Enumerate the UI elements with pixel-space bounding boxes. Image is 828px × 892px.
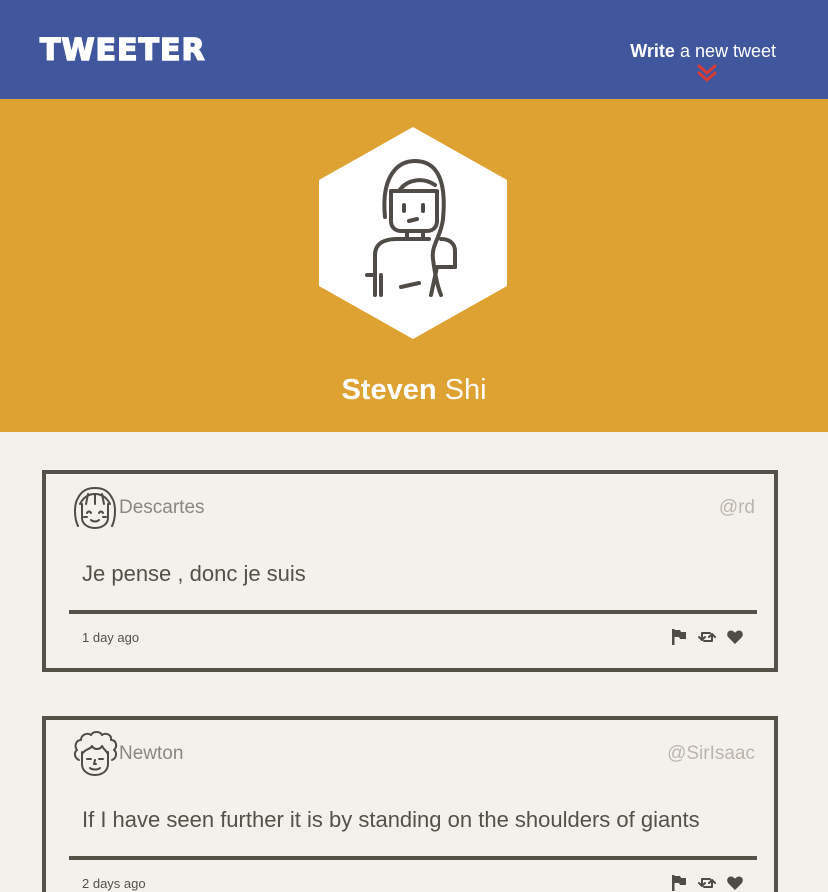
compose-label-strong: Write bbox=[630, 41, 675, 61]
profile-first-name: Steven bbox=[341, 374, 437, 406]
tweet-actions bbox=[670, 874, 750, 892]
profile-name: Steven Shi bbox=[0, 372, 828, 408]
compose-label-rest: a new tweet bbox=[674, 41, 776, 61]
retweet-icon[interactable] bbox=[698, 874, 716, 892]
profile-last-name: Shi bbox=[436, 374, 487, 406]
tweet-author-handle: @rd bbox=[718, 497, 755, 518]
tweet-divider bbox=[69, 610, 757, 614]
tweet-text: If I have seen further it is by standing… bbox=[82, 807, 700, 832]
tweet-author-handle: @SirIsaac bbox=[667, 743, 755, 764]
tweet-actions bbox=[670, 628, 750, 646]
tweet-card: Newton @SirIsaac If I have seen further … bbox=[42, 716, 778, 892]
app-logo[interactable]: TWEETER bbox=[39, 32, 206, 69]
profile-avatar bbox=[319, 127, 507, 339]
double-chevron-down-icon[interactable] bbox=[696, 64, 718, 82]
nav-bar: TWEETER Write a new tweet bbox=[0, 0, 828, 99]
heart-icon[interactable] bbox=[726, 628, 744, 646]
profile-header: Steven Shi bbox=[0, 99, 828, 432]
heart-icon[interactable] bbox=[726, 874, 744, 892]
smiling-girl-avatar-icon bbox=[74, 487, 116, 529]
flag-icon[interactable] bbox=[670, 628, 688, 646]
tweet-author-name: Descartes bbox=[119, 497, 205, 518]
tweet-divider bbox=[69, 856, 757, 860]
tweet-timestamp: 2 days ago bbox=[82, 876, 146, 891]
compose-tweet-button[interactable]: Write a new tweet bbox=[630, 40, 776, 62]
retweet-icon[interactable] bbox=[698, 628, 716, 646]
tweet-card: Descartes @rd Je pense , donc je suis 1 … bbox=[42, 470, 778, 672]
tweet-author-name: Newton bbox=[119, 743, 184, 764]
tweet-text: Je pense , donc je suis bbox=[82, 561, 306, 586]
tweet-timestamp: 1 day ago bbox=[82, 630, 140, 645]
curly-hair-avatar-icon bbox=[73, 731, 118, 776]
flag-icon[interactable] bbox=[670, 874, 688, 892]
